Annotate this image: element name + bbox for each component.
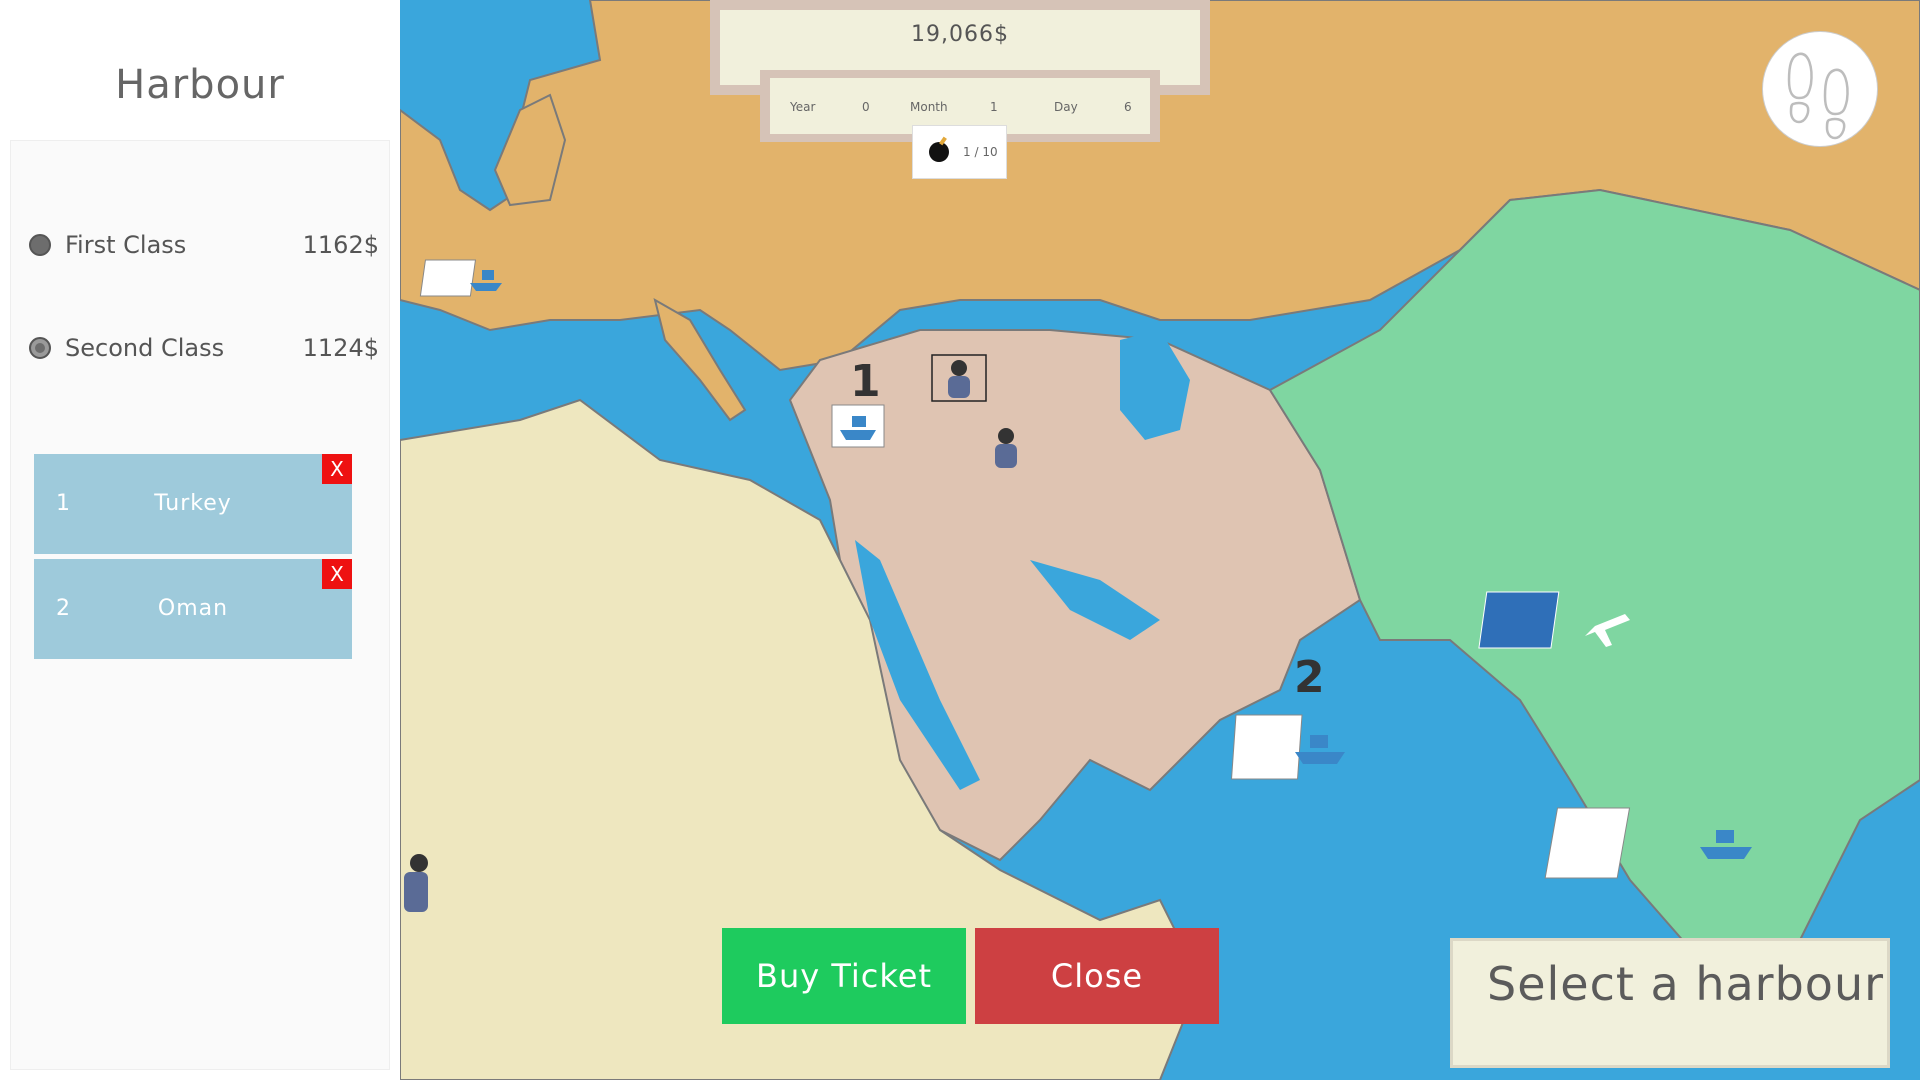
bomb-count: 1 — [963, 145, 971, 159]
first-class-price: 1162$ — [302, 231, 379, 259]
world-map[interactable]: 1 2 — [400, 0, 1920, 1080]
remove-destination-button[interactable]: X — [322, 559, 352, 589]
sidebar-title: Harbour — [115, 62, 285, 108]
bomb-max: / 10 — [974, 145, 998, 159]
prompt-card: Select a harbour — [1450, 938, 1890, 1068]
second-class-label: Second Class — [65, 334, 225, 362]
second-class-price: 1124$ — [302, 334, 379, 362]
footsteps-icon — [1787, 52, 1849, 140]
police-figure-syria[interactable] — [995, 428, 1017, 468]
first-class-radio[interactable] — [29, 234, 51, 256]
second-class-radio[interactable] — [29, 337, 51, 359]
destination-name: Oman — [157, 596, 229, 621]
year-value: 0 — [862, 100, 870, 114]
second-class-option[interactable]: Second Class 1124$ — [29, 328, 379, 368]
month-label: Month — [910, 100, 948, 114]
remove-destination-button[interactable]: X — [322, 454, 352, 484]
bomb-icon — [929, 142, 949, 162]
first-class-option[interactable]: First Class 1162$ — [29, 225, 379, 265]
day-value: 6 — [1124, 100, 1132, 114]
bomb-counter: 1 / 10 — [912, 125, 1007, 179]
day-label: Day — [1054, 100, 1078, 114]
first-class-label: First Class — [65, 231, 187, 259]
close-button[interactable]: Close — [975, 928, 1219, 1024]
harbour-marker-turkey[interactable] — [831, 404, 885, 448]
destination-item-2[interactable]: 2 Oman X — [34, 559, 352, 659]
destination-item-1[interactable]: 1 Turkey X — [34, 454, 352, 554]
route-marker-2: 2 — [1294, 652, 1325, 703]
prompt-text: Select a harbour — [1487, 957, 1885, 1011]
footsteps-button[interactable] — [1762, 31, 1878, 147]
route-marker-1: 1 — [850, 356, 881, 407]
year-label: Year — [790, 100, 816, 114]
destination-name: Turkey — [154, 491, 232, 516]
buy-ticket-button[interactable]: Buy Ticket — [722, 928, 966, 1024]
ticket-panel: First Class 1162$ Second Class 1124$ 1 T… — [10, 140, 390, 1070]
harbour-sidebar: Harbour First Class 1162$ Second Class 1… — [0, 0, 400, 1080]
month-value: 1 — [990, 100, 998, 114]
